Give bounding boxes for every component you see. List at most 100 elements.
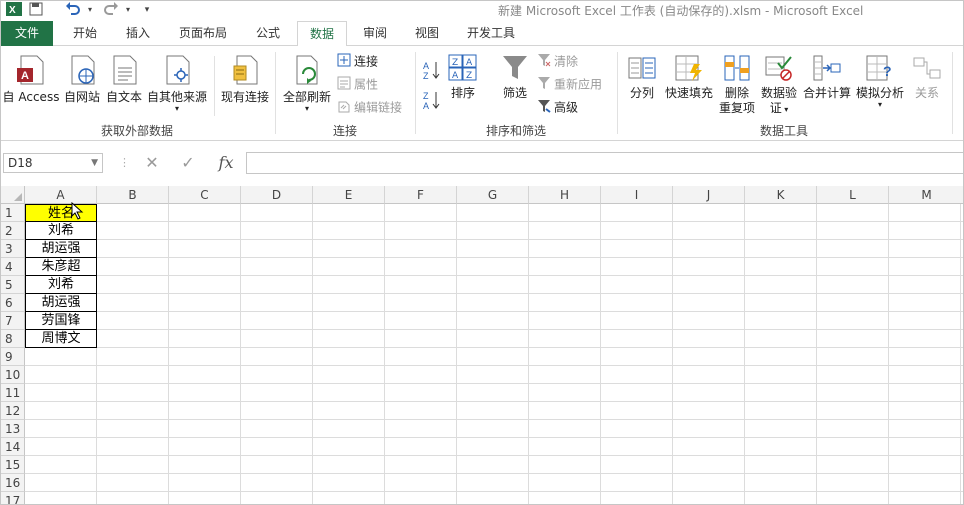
table-cell[interactable]: 劳国锋 (25, 312, 97, 330)
ribbon: A 自 Access 自网站 自文本 自其他来源 ▾ 现有连接 获取外部数据 全… (1, 46, 963, 141)
row-header[interactable]: 16 (1, 474, 25, 492)
table-cell[interactable]: 周博文 (25, 330, 97, 348)
svg-text:A: A (452, 71, 459, 81)
flash-fill-button[interactable]: 快速填充 (663, 54, 715, 101)
sort-ascending-icon: AZ (423, 60, 441, 84)
row-header[interactable]: 12 (1, 402, 25, 420)
row-header[interactable]: 9 (1, 348, 25, 366)
tab-developer[interactable]: 开发工具 (455, 21, 527, 46)
row-header[interactable]: 14 (1, 438, 25, 456)
column-header[interactable]: H (529, 186, 601, 204)
row-header[interactable]: 4 (1, 258, 25, 276)
column-header[interactable]: L (817, 186, 889, 204)
from-other-sources-button[interactable]: 自其他来源 ▾ (145, 54, 209, 113)
save-icon[interactable] (27, 2, 45, 18)
table-cell[interactable]: 朱彦超 (25, 258, 97, 276)
row-header[interactable]: 13 (1, 420, 25, 438)
remove-duplicates-label-1: 删除 (724, 86, 749, 100)
enter-icon[interactable]: ✓ (175, 152, 201, 174)
table-cell[interactable]: 胡运强 (25, 294, 97, 312)
data-validation-button[interactable]: 数据验 证 ▾ (759, 54, 799, 117)
tab-insert[interactable]: 插入 (113, 21, 163, 46)
connections-icon (337, 53, 351, 71)
row-header[interactable]: 17 (1, 492, 25, 504)
customize-icon[interactable]: ▾ (141, 2, 153, 18)
text-to-columns-button[interactable]: 分列 (623, 54, 661, 101)
row-header[interactable]: 10 (1, 366, 25, 384)
cell-a1-header[interactable]: 姓名 (25, 204, 97, 222)
tab-home[interactable]: 开始 (59, 21, 111, 46)
sort-button[interactable]: ZAAZ 排序 (445, 54, 481, 101)
column-header[interactable]: A (25, 186, 97, 204)
column-header[interactable]: F (385, 186, 457, 204)
cancel-icon[interactable]: ✕ (139, 152, 165, 174)
table-cell[interactable]: 刘希 (25, 276, 97, 294)
row-header[interactable]: 6 (1, 294, 25, 312)
consolidate-button[interactable]: 合并计算 (801, 54, 853, 101)
table-cell[interactable]: 胡运强 (25, 240, 97, 258)
table-cell[interactable]: 刘希 (25, 222, 97, 240)
tab-data[interactable]: 数据 (297, 21, 347, 47)
tab-formulas[interactable]: 公式 (243, 21, 293, 46)
data-validation-label-2-text: 证 (769, 101, 782, 115)
row-header[interactable]: 8 (1, 330, 25, 348)
from-text-button[interactable]: 自文本 (103, 54, 145, 105)
undo-icon[interactable] (63, 2, 83, 18)
tab-file[interactable]: 文件 (1, 21, 53, 46)
column-header[interactable]: K (745, 186, 817, 204)
properties-button[interactable]: 属性 (337, 76, 378, 94)
clear-button[interactable]: 清除 (537, 53, 578, 71)
row-header[interactable]: 1 (1, 204, 25, 222)
name-box[interactable]: D18 ▼ (3, 153, 103, 173)
column-header[interactable]: E (313, 186, 385, 204)
column-header[interactable]: G (457, 186, 529, 204)
chevron-down-icon: ▾ (304, 104, 309, 113)
data-validation-label-1: 数据验 (760, 86, 797, 100)
redo-dropdown-icon[interactable]: ▾ (123, 2, 133, 18)
column-header[interactable]: M (889, 186, 963, 204)
what-if-analysis-button[interactable]: ? 模拟分析 ▾ (853, 54, 907, 109)
redo-icon[interactable] (101, 2, 121, 18)
column-header[interactable]: B (97, 186, 169, 204)
refresh-all-button[interactable]: 全部刷新 ▾ (279, 54, 335, 113)
row-header[interactable]: 2 (1, 222, 25, 240)
filter-button[interactable]: 筛选 (495, 54, 535, 101)
tab-view[interactable]: 视图 (403, 21, 451, 46)
properties-label: 属性 (354, 77, 379, 92)
divider (214, 56, 215, 116)
sort-asc-button[interactable]: AZ (423, 60, 444, 84)
insert-function-icon[interactable]: fx (213, 152, 239, 174)
group-divider (275, 52, 276, 134)
edit-links-button[interactable]: 编辑链接 (337, 99, 402, 117)
row-header[interactable]: 3 (1, 240, 25, 258)
group-divider (415, 52, 416, 134)
from-web-button[interactable]: 自网站 (61, 54, 103, 105)
formula-input[interactable] (246, 152, 963, 174)
column-header[interactable]: C (169, 186, 241, 204)
row-header[interactable]: 11 (1, 384, 25, 402)
reapply-button[interactable]: 重新应用 (537, 76, 602, 94)
svg-text:A: A (466, 58, 473, 68)
cell-area[interactable] (25, 204, 963, 504)
window-title: 新建 Microsoft Excel 工作表 (自动保存的).xlsm - Mi… (498, 4, 864, 18)
tab-page-layout[interactable]: 页面布局 (167, 21, 239, 46)
tab-review[interactable]: 审阅 (351, 21, 399, 46)
connections-button[interactable]: 连接 (337, 53, 378, 71)
column-header[interactable]: J (673, 186, 745, 204)
remove-duplicates-button[interactable]: 删除 重复项 (715, 54, 759, 116)
column-header[interactable]: D (241, 186, 313, 204)
row-header[interactable]: 7 (1, 312, 25, 330)
formula-bar: D18 ▼ ⋮ ✕ ✓ fx (1, 141, 963, 185)
formula-bar-splitter-icon[interactable]: ⋮ (119, 156, 130, 169)
row-header[interactable]: 5 (1, 276, 25, 294)
undo-dropdown-icon[interactable]: ▾ (85, 2, 95, 18)
select-all-button[interactable] (1, 186, 25, 204)
existing-connections-button[interactable]: 现有连接 (217, 54, 273, 105)
chevron-down-icon[interactable]: ▼ (91, 154, 98, 172)
row-header[interactable]: 15 (1, 456, 25, 474)
sort-desc-button[interactable]: ZA (423, 90, 444, 114)
advanced-button[interactable]: 高级 (537, 99, 578, 117)
column-header[interactable]: I (601, 186, 673, 204)
relationships-button[interactable]: 关系 (907, 54, 947, 101)
from-access-button[interactable]: A 自 Access (1, 54, 61, 105)
